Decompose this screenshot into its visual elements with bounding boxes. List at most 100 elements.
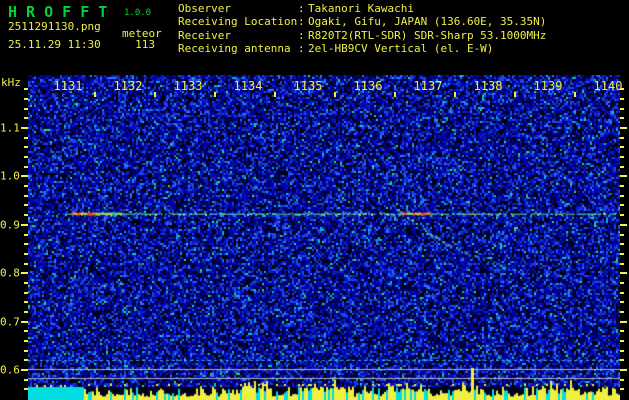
right-axis-tick	[620, 262, 624, 265]
left-axis-tick	[24, 185, 28, 188]
station-info-colon: :	[298, 15, 305, 29]
left-axis-tick	[24, 165, 28, 168]
left-axis-tick	[24, 291, 28, 294]
station-info-value: 2el-HB9CV Vertical (el. E-W)	[308, 42, 494, 56]
station-info-row: Observer: Takanori Kawachi	[178, 2, 546, 15]
x-axis-tick-label: 1135	[293, 79, 323, 93]
spectrogram-canvas	[28, 75, 620, 400]
right-axis-tick	[620, 339, 624, 342]
x-axis-tick-label: 1136	[353, 79, 383, 93]
top-axis-tick	[574, 92, 576, 97]
station-info-value: Ogaki, Gifu, JAPAN (136.60E, 35.35N)	[308, 15, 547, 29]
left-axis-tick	[24, 117, 28, 120]
station-info-label: Receiving antenna	[178, 42, 291, 56]
x-axis-tick-label: 1138	[473, 79, 503, 93]
y-axis-tick-label: 0.9	[0, 218, 20, 232]
top-axis-tick	[394, 92, 396, 97]
left-axis-tick	[24, 107, 28, 110]
left-axis-tick	[21, 369, 28, 372]
x-axis-tick-label: 1132	[113, 79, 143, 93]
left-axis-tick	[24, 301, 28, 304]
left-axis-tick	[21, 127, 28, 130]
top-axis-tick	[274, 92, 276, 97]
output-filename: 2511291130.png	[8, 20, 101, 33]
left-axis-tick	[24, 252, 28, 255]
x-axis-tick-label: 1140	[593, 79, 623, 93]
right-axis-tick	[620, 127, 627, 130]
x-axis-tick-label: 1133	[173, 79, 203, 93]
station-info-label: Observer	[178, 2, 231, 15]
right-axis-tick	[620, 378, 624, 381]
left-axis-tick	[21, 223, 28, 226]
right-axis-tick	[620, 204, 624, 207]
right-axis-tick	[620, 281, 624, 284]
y-axis-unit-label: kHz	[1, 76, 21, 89]
left-axis-tick	[24, 136, 28, 139]
station-info: Observer: Takanori Kawachi Receiving Locat…	[178, 2, 546, 56]
right-axis-tick	[620, 136, 624, 139]
left-axis-tick	[24, 388, 28, 391]
top-axis-tick	[454, 92, 456, 97]
right-axis-tick	[620, 223, 627, 226]
station-info-colon: :	[298, 2, 305, 15]
y-axis-tick-label: 0.6	[0, 363, 20, 377]
left-axis-tick	[24, 146, 28, 149]
right-axis-tick	[620, 185, 624, 188]
left-axis-tick	[24, 281, 28, 284]
right-axis-tick	[620, 330, 624, 333]
top-axis-tick	[214, 92, 216, 97]
y-axis-tick-label: 1.0	[0, 169, 20, 183]
right-axis-tick	[620, 388, 624, 391]
left-axis-tick	[24, 378, 28, 381]
right-axis-tick	[620, 320, 627, 323]
x-axis-tick-label: 1131	[53, 79, 83, 93]
right-axis-tick	[620, 291, 624, 294]
right-axis-tick	[620, 301, 624, 304]
left-axis-tick	[24, 88, 28, 91]
right-axis-tick	[620, 369, 627, 372]
left-axis-tick	[24, 359, 28, 362]
right-axis-tick	[620, 117, 624, 120]
y-axis-tick-label: 0.8	[0, 266, 20, 280]
y-axis-tick-label: 0.7	[0, 315, 20, 329]
right-axis-tick	[620, 252, 624, 255]
station-info-label: Receiving Location	[178, 15, 298, 29]
right-axis-tick	[620, 156, 624, 159]
right-axis-tick	[620, 97, 624, 100]
right-axis-tick	[620, 107, 624, 110]
right-axis-tick	[620, 214, 624, 217]
x-axis-tick-label: 1134	[233, 79, 263, 93]
top-axis-tick	[334, 92, 336, 97]
station-info-value: Takanori Kawachi	[308, 2, 414, 15]
left-axis-tick	[24, 194, 28, 197]
station-info-row: Receiving antenna:2el-HB9CV Vertical (el…	[178, 42, 546, 55]
x-axis-tick-label: 1137	[413, 79, 443, 93]
left-axis-tick	[21, 175, 28, 178]
left-axis-tick	[24, 204, 28, 207]
left-axis-tick	[24, 262, 28, 265]
x-axis-tick-label: 1139	[533, 79, 563, 93]
right-axis-tick	[620, 88, 624, 91]
y-axis-tick-label: 1.1	[0, 121, 20, 135]
right-axis-tick	[620, 165, 624, 168]
right-axis-tick	[620, 310, 624, 313]
left-axis-tick	[24, 339, 28, 342]
left-axis-tick	[24, 214, 28, 217]
left-axis-tick	[21, 320, 28, 323]
right-axis-tick	[620, 194, 624, 197]
left-axis-tick	[24, 310, 28, 313]
station-info-row: Receiver: R820T2(RTL-SDR) SDR-Sharp 53.10…	[178, 29, 546, 42]
observation-timestamp: 25.11.29 11:30	[8, 38, 101, 51]
left-axis-tick	[24, 349, 28, 352]
hrofft-window: H R O F F T 1.0.0 2511291130.png meteor …	[0, 0, 629, 400]
station-info-label: Receiver	[178, 28, 231, 42]
station-info-row: Receiving Location: Ogaki, Gifu, JAPAN (1…	[178, 15, 546, 28]
top-axis-tick	[154, 92, 156, 97]
right-axis-tick	[620, 146, 624, 149]
left-axis-tick	[24, 97, 28, 100]
echo-count: 113	[135, 38, 155, 51]
right-axis-tick	[620, 359, 624, 362]
left-axis-tick	[24, 156, 28, 159]
top-axis-tick	[94, 92, 96, 97]
right-axis-tick	[620, 243, 624, 246]
